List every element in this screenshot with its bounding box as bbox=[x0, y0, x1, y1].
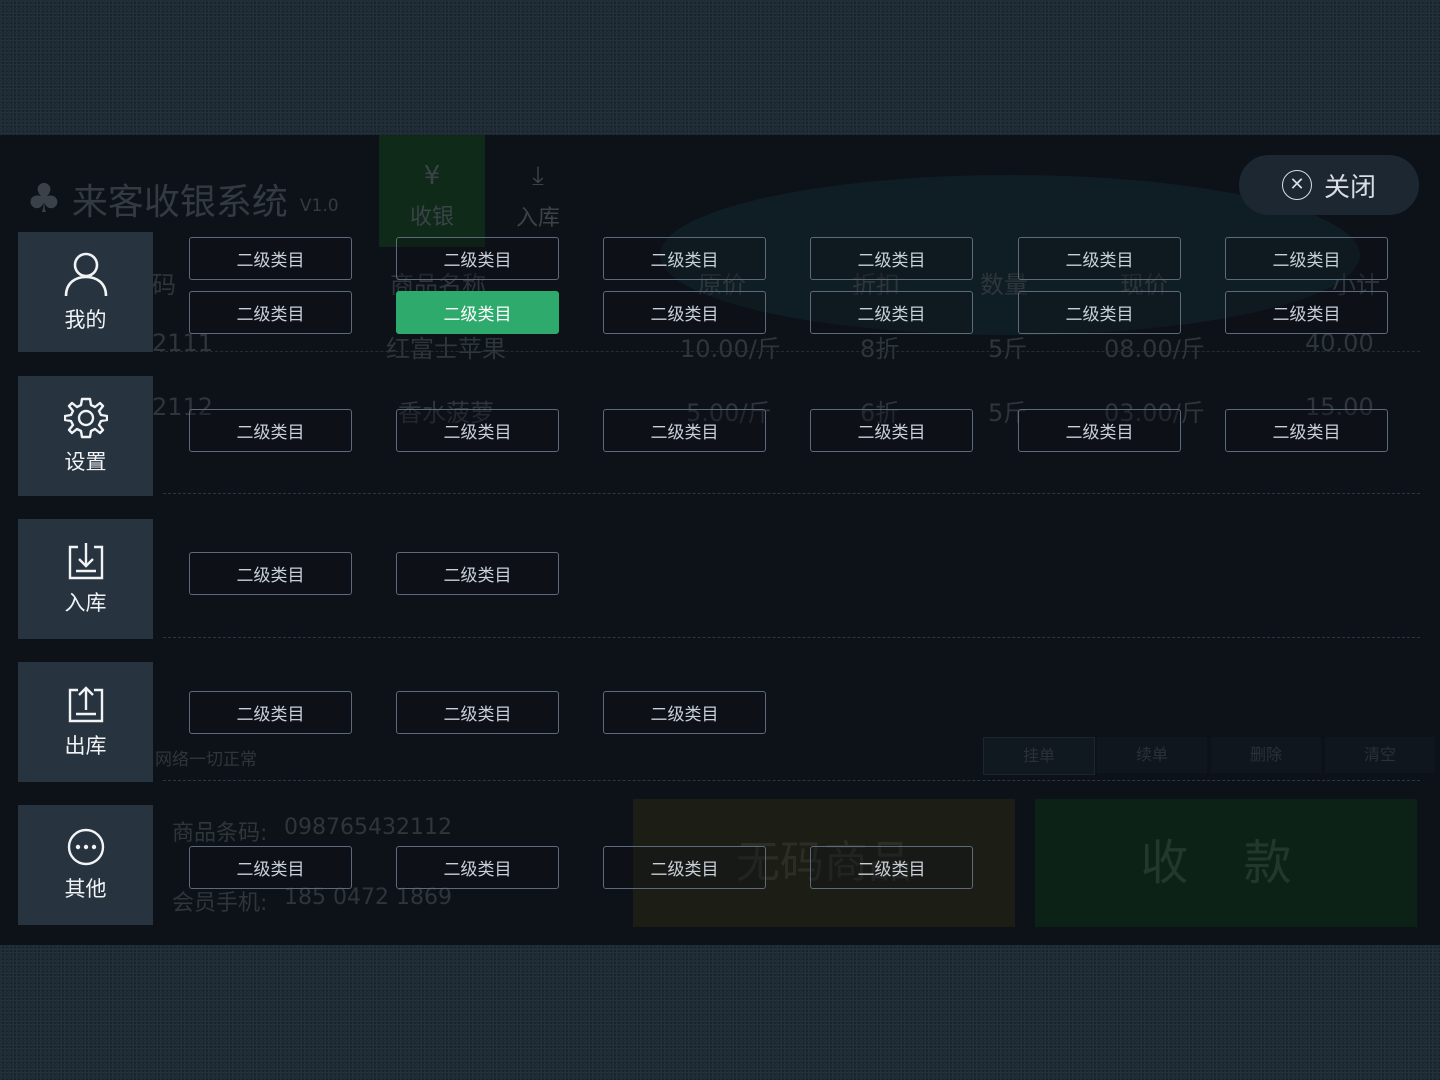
close-circle-icon: ✕ bbox=[1281, 170, 1312, 200]
subcategory-button-active[interactable]: 二级类目 bbox=[396, 291, 559, 334]
bg-row1-price: 10.00/斤 bbox=[680, 335, 781, 363]
network-status: 网络一切正常 bbox=[155, 750, 257, 770]
side-menu-inbound[interactable]: 入库 bbox=[18, 519, 153, 639]
export-icon bbox=[68, 686, 103, 723]
pay-button[interactable]: 收 款 bbox=[1035, 799, 1417, 927]
tab-label: 收银 bbox=[409, 205, 454, 230]
side-menu-mine[interactable]: 我的 bbox=[18, 232, 153, 352]
subcategory-button[interactable]: 二级类目 bbox=[810, 846, 973, 889]
bg-row1-discount: 8折 bbox=[860, 335, 900, 363]
bg-row1-name: 红富士苹果 bbox=[386, 335, 506, 363]
import-icon bbox=[68, 543, 103, 580]
subcategory-button[interactable]: 二级类目 bbox=[189, 552, 352, 595]
subcategory-button[interactable]: 二级类目 bbox=[189, 409, 352, 452]
subcategory-button[interactable]: 二级类目 bbox=[603, 691, 766, 734]
subcategory-button[interactable]: 二级类目 bbox=[1018, 291, 1181, 334]
group-divider bbox=[163, 493, 1420, 494]
subcategory-button[interactable]: 二级类目 bbox=[810, 409, 973, 452]
app-version: V1.0 bbox=[299, 196, 339, 216]
side-menu-settings[interactable]: 设置 bbox=[18, 376, 153, 496]
tab-cashier[interactable]: ¥ 收银 bbox=[379, 135, 485, 247]
group-divider bbox=[163, 637, 1420, 638]
tab-label: 入库 bbox=[515, 206, 560, 231]
side-menu-outbound[interactable]: 出库 bbox=[18, 662, 153, 782]
subcategory-button[interactable]: 二级类目 bbox=[810, 291, 973, 334]
barcode-value: 098765432112 bbox=[284, 815, 452, 840]
barcode-label: 商品条码: bbox=[172, 821, 268, 846]
more-icon bbox=[67, 828, 104, 866]
hold-order-button[interactable]: 挂单 bbox=[983, 737, 1095, 775]
download-icon: ⤓ bbox=[532, 161, 544, 191]
side-menu-label: 我的 bbox=[64, 308, 107, 332]
close-button[interactable]: ✕ 关闭 bbox=[1239, 155, 1419, 215]
subcategory-button[interactable]: 二级类目 bbox=[603, 291, 766, 334]
side-menu-label: 设置 bbox=[64, 450, 107, 474]
subcategory-button[interactable]: 二级类目 bbox=[189, 691, 352, 734]
bg-row1-qty: 5斤 bbox=[988, 335, 1028, 363]
member-label: 会员手机: bbox=[172, 891, 268, 916]
subcategory-button[interactable]: 二级类目 bbox=[1018, 237, 1181, 280]
subcategory-button[interactable]: 二级类目 bbox=[189, 846, 352, 889]
gear-icon bbox=[63, 397, 108, 439]
delete-button[interactable]: 删除 bbox=[1211, 737, 1321, 773]
close-label: 关闭 bbox=[1323, 172, 1376, 203]
subcategory-button[interactable]: 二级类目 bbox=[1225, 409, 1388, 452]
side-menu-other[interactable]: 其他 bbox=[18, 805, 153, 925]
side-menu-label: 其他 bbox=[64, 877, 107, 901]
tab-inbound[interactable]: ⤓ 入库 bbox=[485, 135, 591, 247]
subcategory-button[interactable]: 二级类目 bbox=[603, 237, 766, 280]
cashier-screen: ♣ 来客收银系统 V1.0 ¥ 收银 ⤓ 入库 码 商品名称 原价 折扣 数量 … bbox=[0, 135, 1440, 945]
yen-icon: ¥ bbox=[423, 161, 441, 191]
bg-header-code: 码 bbox=[152, 271, 176, 299]
resume-order-button[interactable]: 续单 bbox=[1097, 737, 1207, 773]
user-icon bbox=[64, 252, 107, 297]
subcategory-button[interactable]: 二级类目 bbox=[1018, 409, 1181, 452]
subcategory-button[interactable]: 二级类目 bbox=[1225, 237, 1388, 280]
subcategory-button[interactable]: 二级类目 bbox=[189, 291, 352, 334]
subcategory-button[interactable]: 二级类目 bbox=[603, 846, 766, 889]
subcategory-button[interactable]: 二级类目 bbox=[396, 237, 559, 280]
side-menu-label: 出库 bbox=[64, 734, 107, 758]
clover-icon: ♣ bbox=[26, 176, 62, 222]
app-title: 来客收银系统 bbox=[71, 182, 288, 223]
subcategory-button[interactable]: 二级类目 bbox=[396, 846, 559, 889]
subcategory-button[interactable]: 二级类目 bbox=[1225, 291, 1388, 334]
app-logo: ♣ 来客收银系统 V1.0 bbox=[26, 173, 339, 225]
bg-row1-now: 08.00/斤 bbox=[1104, 335, 1205, 363]
subcategory-button[interactable]: 二级类目 bbox=[603, 409, 766, 452]
subcategory-button[interactable]: 二级类目 bbox=[396, 552, 559, 595]
subcategory-button[interactable]: 二级类目 bbox=[189, 237, 352, 280]
side-menu-label: 入库 bbox=[64, 591, 107, 615]
subcategory-button[interactable]: 二级类目 bbox=[396, 409, 559, 452]
subcategory-button[interactable]: 二级类目 bbox=[396, 691, 559, 734]
group-divider bbox=[163, 780, 1420, 781]
clear-button[interactable]: 清空 bbox=[1325, 737, 1435, 773]
subcategory-button[interactable]: 二级类目 bbox=[810, 237, 973, 280]
bg-row-divider bbox=[160, 351, 1420, 352]
